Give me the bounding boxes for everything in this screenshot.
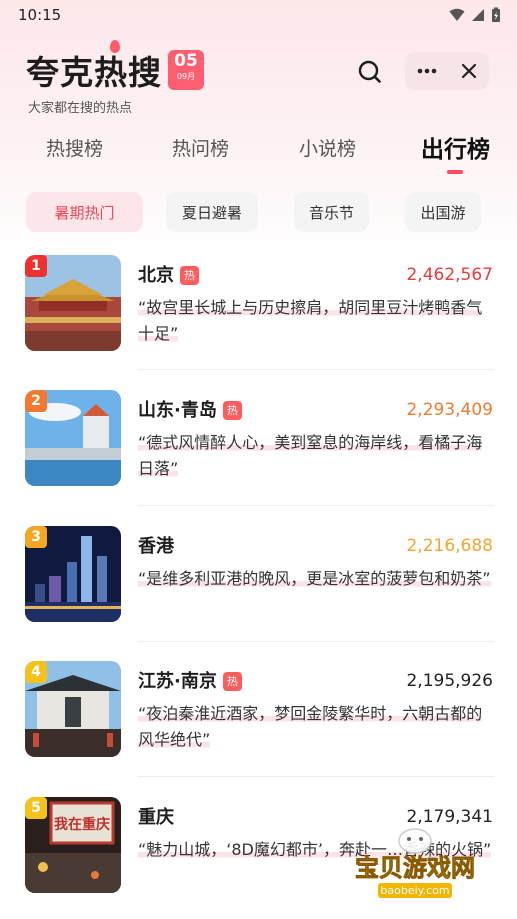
- hot-tag: 热: [180, 266, 199, 285]
- destination-image: 2: [25, 390, 121, 486]
- rank-badge: 5: [25, 797, 47, 819]
- destination-quote: “夜泊秦淮近酒家，梦回金陵繁华时，六朝古都的风华绝代”: [138, 701, 494, 753]
- quote-text: “是维多利亚港的晚风，更是冰室的菠萝包和奶茶”: [138, 569, 491, 588]
- rank-badge: 1: [25, 255, 47, 277]
- tab-novels[interactable]: 小说榜: [299, 134, 356, 161]
- hot-tag: 热: [222, 672, 242, 691]
- destination-image: 4: [25, 661, 121, 757]
- date-month: 09月: [176, 72, 196, 81]
- divider: [138, 641, 494, 642]
- close-icon: [461, 63, 477, 79]
- destination-name: 山东·青岛热: [138, 396, 242, 422]
- destination-quote: “是维多利亚港的晚风，更是冰室的菠萝包和奶茶”: [138, 566, 494, 592]
- date-day: 05: [174, 51, 198, 71]
- destination-name-text: 北京: [138, 265, 174, 286]
- destination-name: 重庆: [138, 803, 174, 829]
- destination-name: 北京热: [138, 261, 199, 287]
- sign-text: 我在重庆: [54, 816, 110, 833]
- chip-summer-escape[interactable]: 夏日避暑: [166, 192, 258, 232]
- destination-name-text: 江苏·南京: [138, 671, 217, 692]
- app-logo: 夸克热搜 05 09月: [26, 46, 204, 94]
- destination-quote: “德式风情醉人心，美到窒息的海岸线，看橘子海日落”: [138, 430, 494, 482]
- destination-name: 江苏·南京热: [138, 667, 242, 693]
- search-count: 2,195,926: [406, 671, 493, 691]
- page-subtitle: 大家都在搜的热点: [28, 101, 133, 116]
- search-count: 2,462,567: [406, 265, 493, 285]
- tab-travel[interactable]: 出行榜: [421, 130, 490, 164]
- more-dots-icon: [417, 68, 437, 74]
- quote-text: “故宫里长城上与历史擦肩，胡同里豆汁烤鸭香气十足”: [138, 298, 483, 343]
- destination-image: 3: [25, 526, 121, 622]
- active-tab-indicator: [447, 170, 463, 174]
- tab-hot-search[interactable]: 热搜榜: [46, 134, 103, 161]
- rank-badge: 3: [25, 526, 47, 548]
- search-count: 2,293,409: [406, 400, 493, 420]
- quote-text: “德式风情醉人心，美到窒息的海岸线，看橘子海日落”: [138, 433, 483, 478]
- mini-program-capsule: [405, 52, 489, 90]
- quote-text: “夜泊秦淮近酒家，梦回金陵繁华时，六朝古都的风华绝代”: [138, 704, 483, 749]
- chip-summer-hot[interactable]: 暑期热门: [26, 192, 143, 232]
- date-badge: 05 09月: [168, 50, 204, 90]
- divider: [138, 369, 494, 370]
- divider: [138, 505, 494, 506]
- destination-name-text: 香港: [138, 536, 174, 557]
- signal-icon: [472, 9, 484, 21]
- divider: [138, 776, 494, 777]
- wifi-icon: [449, 8, 465, 21]
- destination-image: 1: [25, 255, 121, 351]
- status-bar: 10:15: [0, 0, 517, 30]
- rank-badge: 4: [25, 661, 47, 683]
- watermark-text: 宝贝游戏网: [355, 854, 475, 882]
- destination-name-text: 重庆: [138, 807, 174, 828]
- destination-name-text: 山东·青岛: [138, 400, 217, 421]
- search-icon: [358, 60, 381, 83]
- status-icons: [449, 7, 501, 23]
- flame-icon: [110, 40, 120, 53]
- ranking-tabs: 热搜榜 热问榜 小说榜 出行榜: [0, 128, 517, 174]
- destination-image: 我在重庆 5: [25, 797, 121, 893]
- tab-hot-questions[interactable]: 热问榜: [172, 134, 229, 161]
- watermark-url: baobeiy.com: [380, 884, 449, 897]
- destination-quote: “故宫里长城上与历史擦肩，胡同里豆汁烤鸭香气十足”: [138, 295, 494, 347]
- search-button[interactable]: [356, 58, 384, 86]
- rank-badge: 2: [25, 390, 47, 412]
- chip-music-festival[interactable]: 音乐节: [294, 192, 369, 232]
- chip-outbound-travel[interactable]: 出国游: [405, 192, 481, 232]
- search-count: 2,216,688: [406, 536, 493, 556]
- close-button[interactable]: [449, 52, 489, 90]
- page-title: 夸克热搜: [26, 53, 162, 92]
- watermark: 宝贝游戏网 baobeiy.com: [340, 823, 490, 903]
- hot-tag: 热: [222, 401, 242, 420]
- battery-icon: [492, 7, 500, 22]
- more-button[interactable]: [405, 52, 449, 90]
- status-time: 10:15: [18, 6, 62, 24]
- destination-name: 香港: [138, 532, 174, 558]
